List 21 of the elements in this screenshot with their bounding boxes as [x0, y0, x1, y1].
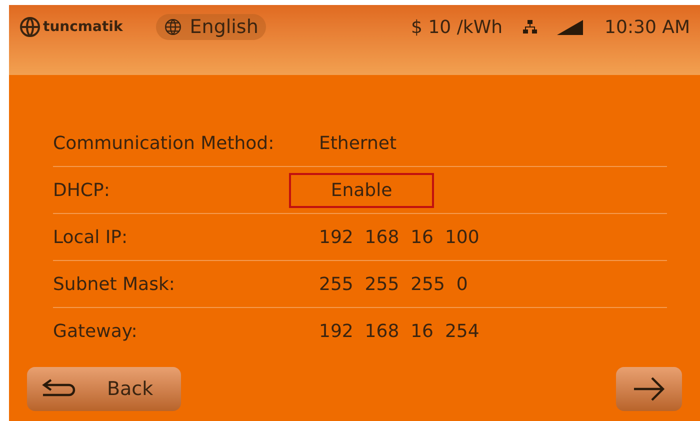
- language-button[interactable]: English: [156, 14, 266, 40]
- setting-label: Subnet Mask:: [53, 272, 176, 296]
- setting-value[interactable]: 192 168 16 254: [319, 318, 480, 345]
- globe-icon: [164, 18, 182, 36]
- right-arrow-icon: [632, 376, 666, 402]
- setting-label: DHCP:: [53, 178, 111, 202]
- next-button[interactable]: [616, 367, 682, 411]
- setting-label: Gateway:: [53, 320, 138, 344]
- logo-text: tuncmatik: [43, 18, 123, 36]
- price-text: $ 10 /kWh: [411, 16, 503, 40]
- back-button[interactable]: Back: [27, 367, 181, 411]
- network-icon: [522, 20, 537, 34]
- setting-value[interactable]: Enable: [289, 172, 434, 208]
- globe-icon: [19, 16, 41, 38]
- setting-value[interactable]: Ethernet: [319, 130, 397, 156]
- setting-label: Communication Method:: [53, 132, 276, 156]
- setting-value[interactable]: 255 255 255 0: [319, 270, 468, 298]
- signal-icon: [556, 20, 583, 35]
- setting-label: Local IP:: [53, 226, 129, 250]
- clock-text: 10:30 AM: [604, 16, 690, 40]
- setting-value[interactable]: 192 168 16 100: [319, 224, 480, 250]
